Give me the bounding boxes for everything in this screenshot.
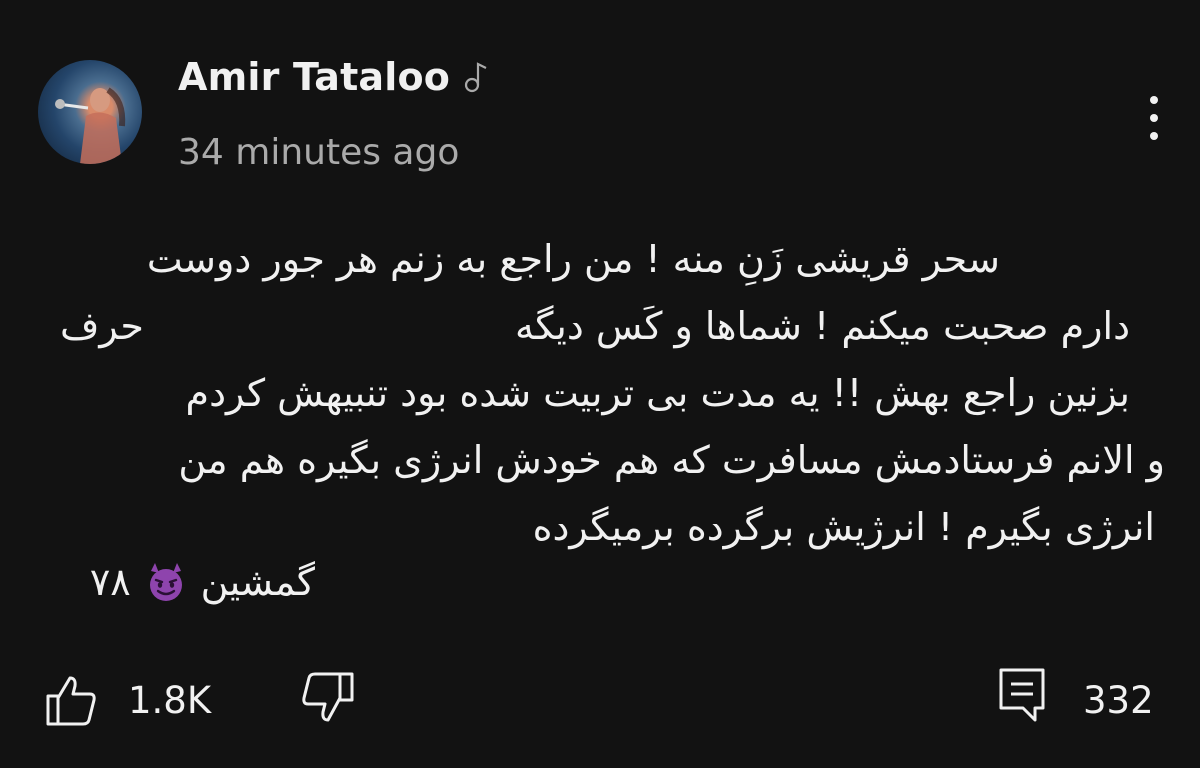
post-line: انرژی بگیرم ! انرژیش برگرده برمیگرده bbox=[532, 505, 1155, 549]
post-body: سحر قریشی زَنِ منه ! من راجع به زنم هر ج… bbox=[30, 226, 1165, 607]
smiling-face-with-horns-emoji bbox=[149, 563, 182, 601]
signature-number: ۷۸ bbox=[89, 560, 131, 604]
like-count: 1.8K bbox=[128, 678, 212, 722]
author-row: Amir Tataloo bbox=[178, 55, 490, 99]
reply-button[interactable]: 332 bbox=[995, 664, 1154, 726]
more-vertical-icon bbox=[1150, 96, 1158, 104]
thumbs-down-icon bbox=[302, 672, 354, 722]
post-line: دارم صحبت میکنم ! شماها و کَس دیگه bbox=[514, 304, 1130, 348]
music-note-icon bbox=[465, 62, 487, 93]
like-button[interactable]: 1.8K bbox=[42, 672, 211, 728]
post-signature: گمشین ۷۸ bbox=[30, 557, 1165, 607]
action-bar: 1.8K 332 bbox=[0, 660, 1200, 740]
profile-photo-image bbox=[55, 87, 126, 164]
thumbs-up-icon bbox=[46, 676, 96, 726]
signature-text: گمشین bbox=[200, 560, 315, 604]
post-line: و الانم فرستادمش مسافرت که هم خودش انرژی… bbox=[178, 438, 1165, 482]
comment-icon bbox=[999, 668, 1045, 722]
more-vertical-icon bbox=[1150, 132, 1158, 140]
reply-count: 332 bbox=[1083, 678, 1154, 722]
post-line-split: دارم صحبت میکنم ! شماها و کَس دیگه حرف bbox=[60, 293, 1165, 360]
post-line: بزنین راجع بهش !! یه مدت بی تربیت شده بو… bbox=[185, 371, 1130, 415]
post-line: سحر قریشی زَنِ منه ! من راجع به زنم هر ج… bbox=[146, 237, 1000, 281]
post-timestamp[interactable]: 34 minutes ago bbox=[178, 132, 459, 173]
more-vertical-icon bbox=[1150, 114, 1158, 122]
dislike-button[interactable] bbox=[298, 668, 356, 726]
more-options-button[interactable] bbox=[1136, 88, 1172, 148]
author-avatar[interactable] bbox=[38, 60, 142, 164]
post-line: حرف bbox=[60, 304, 144, 348]
community-post: Amir Tataloo 34 minutes ago سحر قریشی زَ… bbox=[0, 0, 1200, 768]
author-name[interactable]: Amir Tataloo bbox=[178, 55, 450, 99]
